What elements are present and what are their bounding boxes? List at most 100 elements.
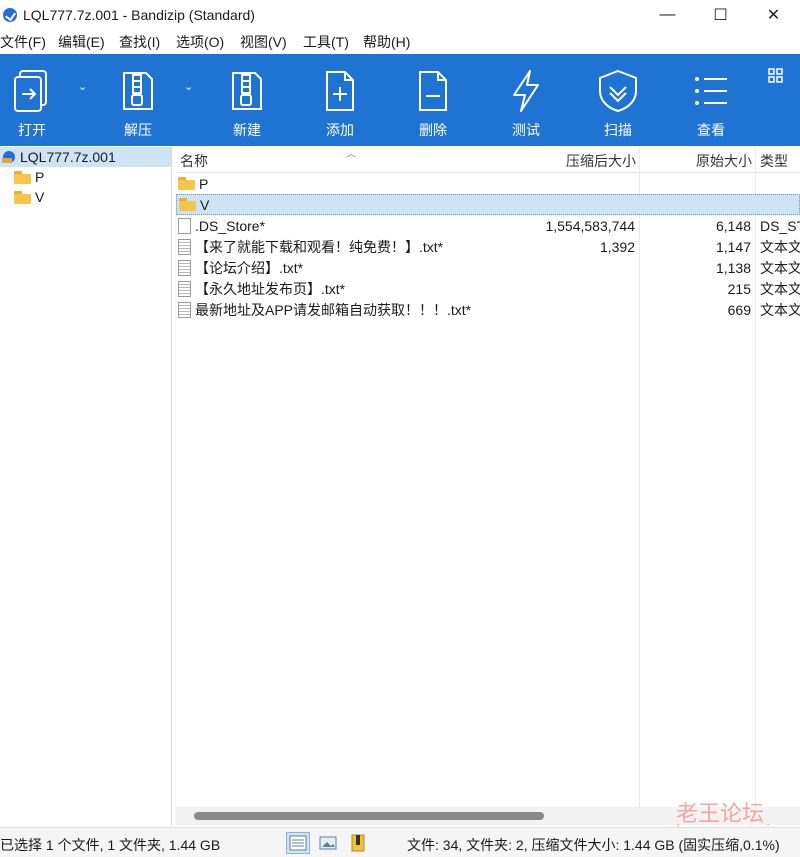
item-type: 文本文 [760, 301, 800, 318]
menu-edit[interactable]: 编辑(E) [58, 32, 119, 52]
folder-icon [14, 170, 31, 184]
new-archive-icon [225, 66, 269, 116]
menu-find[interactable]: 查找(I) [119, 32, 176, 52]
scrollbar-thumb[interactable] [194, 812, 544, 820]
list-item[interactable]: P [176, 173, 800, 194]
item-original-size: 1,147 [715, 238, 751, 255]
tree-item-label: P [35, 169, 45, 185]
details-view-icon[interactable] [286, 832, 310, 854]
file-list: 名称 ︿ 压缩后大小 原始大小 类型 P V .DS_Store* 1,554,… [176, 147, 800, 807]
item-name-cell: 【来了就能下载和观看！纯免费！】.txt* [178, 237, 443, 257]
add-file-icon [318, 66, 362, 116]
new-archive-button[interactable]: 新建 [223, 54, 271, 146]
title-bar: LQL777.7z.001 - Bandizip (Standard) — ☐ … [0, 0, 800, 30]
close-button[interactable]: ✕ [747, 0, 800, 30]
view-label: 查看 [697, 122, 725, 138]
item-name: 【永久地址发布页】.txt* [195, 280, 346, 297]
window-title: LQL777.7z.001 - Bandizip (Standard) [23, 7, 255, 23]
item-name: .DS_Store* [195, 217, 266, 234]
window-controls: — ☐ ✕ [641, 0, 800, 30]
open-label: 打开 [18, 122, 46, 138]
archive-7z-icon [2, 151, 15, 163]
list-item[interactable]: 【论坛介绍】.txt* 1,138 文本文 [176, 257, 800, 278]
layout-grid-icon[interactable] [768, 68, 784, 87]
item-name: 【来了就能下载和观看！纯免费！】.txt* [195, 238, 444, 255]
tree-item-v[interactable]: V [0, 187, 171, 207]
open-button[interactable]: 打开 [8, 54, 56, 146]
scan-button[interactable]: 扫描 [594, 54, 642, 146]
item-type: DS_ST [760, 217, 800, 234]
view-button[interactable]: 查看 [687, 54, 735, 146]
tree-root-item[interactable]: LQL777.7z.001 [0, 147, 171, 167]
sort-ascending-icon: ︿ [346, 149, 356, 160]
test-button[interactable]: 测试 [502, 54, 550, 146]
item-name-cell: V [179, 197, 209, 213]
folder-tree: LQL777.7z.001 P V [0, 147, 172, 827]
item-type: 文本文 [760, 259, 800, 276]
open-icon [10, 66, 54, 116]
menu-file[interactable]: 文件(F) [0, 32, 58, 52]
scan-shield-icon [596, 66, 640, 116]
menu-help[interactable]: 帮助(H) [363, 32, 423, 52]
folder-icon [179, 198, 196, 211]
tree-item-p[interactable]: P [0, 167, 171, 187]
list-item[interactable]: 【来了就能下载和观看！纯免费！】.txt* 1,392 1,147 文本文 [176, 236, 800, 257]
item-original-size: 215 [727, 280, 751, 297]
status-bar: 已选择 1 个文件, 1 文件夹, 1.44 GB 文件: 34, 文件夹: 2… [0, 827, 800, 857]
tree-root-label: LQL777.7z.001 [20, 149, 116, 165]
file-icon [178, 217, 191, 234]
extract-icon [116, 66, 160, 116]
list-item[interactable]: 最新地址及APP请发邮箱自动获取！！！.txt* 669 文本文 [176, 299, 800, 320]
column-header-name[interactable]: 名称 [180, 151, 208, 171]
delete-button[interactable]: 删除 [409, 54, 457, 146]
new-archive-label: 新建 [233, 122, 261, 138]
bandizip-logo-icon [3, 8, 17, 22]
test-icon [504, 66, 548, 116]
text-file-icon [178, 238, 191, 255]
add-button[interactable]: 添加 [316, 54, 364, 146]
delete-label: 删除 [419, 122, 447, 138]
maximize-button[interactable]: ☐ [694, 0, 747, 30]
item-name: 最新地址及APP请发邮箱自动获取！！！.txt* [195, 301, 472, 318]
column-header-type[interactable]: 类型 [760, 151, 788, 171]
column-header-packed-size[interactable]: 压缩后大小 [566, 151, 636, 171]
toolbar: 打开 ⌄ 解压 ⌄ 新建 添加 删除 测试 扫描 查看 [0, 54, 800, 146]
item-name: V [200, 196, 210, 213]
menu-tools[interactable]: 工具(T) [303, 32, 363, 52]
extract-button[interactable]: 解压 [114, 54, 162, 146]
list-item[interactable]: .DS_Store* 1,554,583,744 6,148 DS_ST [176, 215, 800, 236]
menu-bar: 文件(F) 编辑(E) 查找(I) 选项(O) 视图(V) 工具(T) 帮助(H… [0, 30, 800, 54]
item-name-cell: 【论坛介绍】.txt* [178, 258, 303, 278]
extract-label: 解压 [124, 122, 152, 138]
extract-dropdown-chevron-icon[interactable]: ⌄ [184, 80, 193, 93]
folder-icon [14, 190, 31, 204]
preview-view-icon[interactable] [316, 832, 340, 854]
item-type: 文本文 [760, 280, 800, 297]
column-header-original-size[interactable]: 原始大小 [696, 151, 752, 171]
item-name: P [199, 175, 209, 192]
archive-summary: 文件: 34, 文件夹: 2, 压缩文件大小: 1.44 GB (固实压缩,0.… [407, 837, 780, 853]
minimize-button[interactable]: — [641, 0, 694, 30]
list-item-selected[interactable]: V [176, 194, 800, 215]
tree-item-label: V [35, 189, 45, 205]
item-original-size: 1,138 [715, 259, 751, 276]
view-mode-switcher [286, 832, 376, 854]
text-file-icon [178, 280, 191, 297]
delete-file-icon [411, 66, 455, 116]
archive-info-icon[interactable] [346, 832, 370, 854]
item-packed-size: 1,392 [599, 238, 635, 255]
view-list-icon [689, 66, 733, 116]
item-name: 【论坛介绍】.txt* [195, 259, 304, 276]
menu-options[interactable]: 选项(O) [176, 32, 240, 52]
menu-view[interactable]: 视图(V) [240, 32, 303, 52]
test-label: 测试 [512, 122, 540, 138]
folder-icon [178, 177, 195, 190]
scan-label: 扫描 [604, 122, 632, 138]
add-label: 添加 [326, 122, 354, 138]
list-item[interactable]: 【永久地址发布页】.txt* 215 文本文 [176, 278, 800, 299]
selection-status: 已选择 1 个文件, 1 文件夹, 1.44 GB [0, 837, 221, 853]
open-dropdown-chevron-icon[interactable]: ⌄ [78, 80, 87, 93]
item-name-cell: 【永久地址发布页】.txt* [178, 279, 345, 299]
text-file-icon [178, 301, 191, 318]
item-original-size: 669 [727, 301, 751, 318]
